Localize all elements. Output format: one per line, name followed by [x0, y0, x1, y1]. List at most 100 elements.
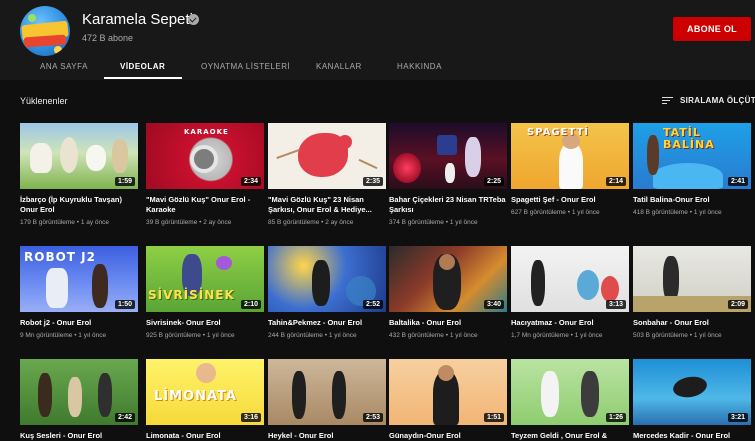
video-thumbnail[interactable]: 2:52 [268, 246, 386, 312]
video-title[interactable]: Tahin&Pekmez - Onur Erol [268, 318, 386, 328]
video-duration: 1:51 [483, 413, 504, 422]
video-duration: 1:26 [605, 413, 626, 422]
video-title[interactable]: Heykel - Onur Erol [268, 431, 386, 441]
video-thumbnail[interactable]: 1:59 [20, 123, 138, 189]
video-title[interactable]: Sonbahar - Onur Erol [633, 318, 751, 328]
video-duration: 2:41 [727, 177, 748, 186]
video-card[interactable]: 2:25 Bahar Çiçekleri 23 Nisan TRTeba Şar… [389, 123, 507, 226]
video-title[interactable]: "Mavi Gözlü Kuş" Onur Erol - Karaoke [146, 195, 264, 215]
video-card[interactable]: TATİL BALİNA 2:41 Tatil Balina-Onur Erol… [633, 123, 751, 216]
tab-home[interactable]: ANA SAYFA [40, 62, 88, 71]
video-card[interactable]: LİMONATA 3:16 Limonata - Onur Erol [146, 359, 264, 441]
section-title: Yüklenenler [20, 96, 68, 106]
thumbnail-text: TATİL BALİNA [663, 126, 715, 151]
video-duration: 1:59 [114, 177, 135, 186]
video-card[interactable]: ROBOT J2 1:50 Robot j2 - Onur Erol 9 Mn … [20, 246, 138, 339]
subscriber-count: 472 B abone [82, 33, 134, 43]
video-title[interactable]: Mercedes Kadir - Onur Erol [633, 431, 751, 441]
video-duration: 3:40 [483, 300, 504, 309]
video-title[interactable]: Spagetti Şef - Onur Erol [511, 195, 629, 205]
video-title[interactable]: Tatil Balina-Onur Erol [633, 195, 751, 205]
channel-header: Karamela Sepeti 472 B abone ABONE OL ANA… [0, 0, 755, 80]
video-meta: 85 B görüntüleme • 2 ay önce [268, 218, 354, 226]
subscribe-button[interactable]: ABONE OL [673, 17, 751, 41]
video-meta: 1,7 Mn görüntüleme • 1 yıl önce [511, 331, 603, 339]
video-meta: 432 B görüntüleme • 1 yıl önce [389, 331, 478, 339]
verified-icon [188, 14, 199, 25]
video-card[interactable]: 3:40 Baltalika - Onur Erol 432 B görüntü… [389, 246, 507, 339]
video-thumbnail[interactable]: KARAOKE 2:34 [146, 123, 264, 189]
videos-section: Yüklenenler SIRALAMA ÖLÇÜTÜ 1:59 İzbarço… [0, 80, 755, 441]
video-title[interactable]: Hacıyatmaz - Onur Erol [511, 318, 629, 328]
video-duration: 2:34 [240, 177, 261, 186]
tab-about[interactable]: HAKKINDA [397, 62, 442, 71]
sort-label: SIRALAMA ÖLÇÜTÜ [680, 96, 755, 105]
video-thumbnail[interactable]: 3:21 [633, 359, 751, 425]
channel-avatar[interactable] [20, 6, 70, 56]
video-thumbnail[interactable]: 2:53 [268, 359, 386, 425]
video-duration: 3:16 [240, 413, 261, 422]
video-title[interactable]: Teyzem Geldi , Onur Erol & [511, 431, 629, 441]
video-thumbnail[interactable]: 3:13 [511, 246, 629, 312]
channel-tabs: ANA SAYFA VİDEOLAR OYNATMA LİSTELERİ KAN… [0, 56, 755, 80]
video-thumbnail[interactable]: 3:40 [389, 246, 507, 312]
video-title[interactable]: "Mavi Gözlü Kuş" 23 Nisan Şarkısı, Onur … [268, 195, 386, 215]
thumbnail-text: SİVRİSİNEK [148, 288, 235, 302]
video-thumbnail[interactable]: TATİL BALİNA 2:41 [633, 123, 751, 189]
video-meta: 39 B görüntüleme • 2 ay önce [146, 218, 232, 226]
video-thumbnail[interactable]: 2:25 [389, 123, 507, 189]
video-duration: 2:53 [362, 413, 383, 422]
video-title[interactable]: Bahar Çiçekleri 23 Nisan TRTeba Şarkısı [389, 195, 507, 215]
video-meta: 374 B görüntüleme • 1 yıl önce [389, 218, 478, 226]
video-card[interactable]: 1:59 İzbarço (İp Kuyruklu Tavşan) Onur E… [20, 123, 138, 226]
video-title[interactable]: Günaydın-Onur Erol [389, 431, 507, 441]
video-thumbnail[interactable]: SPAGETTİ 2:14 [511, 123, 629, 189]
video-thumbnail[interactable]: LİMONATA 3:16 [146, 359, 264, 425]
active-tab-indicator [104, 77, 182, 79]
video-title[interactable]: Baltalika - Onur Erol [389, 318, 507, 328]
video-card[interactable]: 2:53 Heykel - Onur Erol [268, 359, 386, 441]
video-meta: 179 B görüntüleme • 1 ay önce [20, 218, 110, 226]
video-card[interactable]: 1:51 Günaydın-Onur Erol [389, 359, 507, 441]
video-card[interactable]: 2:35 "Mavi Gözlü Kuş" 23 Nisan Şarkısı, … [268, 123, 386, 226]
video-card[interactable]: 3:21 Mercedes Kadir - Onur Erol [633, 359, 751, 441]
video-card[interactable]: KARAOKE 2:34 "Mavi Gözlü Kuş" Onur Erol … [146, 123, 264, 226]
tab-videos[interactable]: VİDEOLAR [120, 62, 165, 71]
video-title[interactable]: Kuş Sesleri - Onur Erol [20, 431, 138, 441]
video-card[interactable]: 3:13 Hacıyatmaz - Onur Erol 1,7 Mn görün… [511, 246, 629, 339]
video-duration: 2:52 [362, 300, 383, 309]
video-duration: 2:10 [240, 300, 261, 309]
tab-channels[interactable]: KANALLAR [316, 62, 362, 71]
video-thumbnail[interactable]: 2:35 [268, 123, 386, 189]
video-duration: 2:14 [605, 177, 626, 186]
video-card[interactable]: 1:26 Teyzem Geldi , Onur Erol & [511, 359, 629, 441]
video-title[interactable]: Limonata - Onur Erol [146, 431, 264, 441]
video-card[interactable]: SPAGETTİ 2:14 Spagetti Şef - Onur Erol 6… [511, 123, 629, 216]
video-card[interactable]: 2:09 Sonbahar - Onur Erol 503 B görüntül… [633, 246, 751, 339]
sort-icon [662, 97, 673, 105]
video-thumbnail[interactable]: 2:42 [20, 359, 138, 425]
video-duration: 3:13 [605, 300, 626, 309]
video-duration: 2:42 [114, 413, 135, 422]
video-thumbnail[interactable]: 1:26 [511, 359, 629, 425]
video-duration: 2:35 [362, 177, 383, 186]
thumbnail-text: KARAOKE [184, 128, 229, 136]
video-meta: 244 B görüntüleme • 1 yıl önce [268, 331, 357, 339]
video-thumbnail[interactable]: SİVRİSİNEK 2:10 [146, 246, 264, 312]
video-title[interactable]: İzbarço (İp Kuyruklu Tavşan) Onur Erol [20, 195, 138, 215]
video-duration: 3:21 [727, 413, 748, 422]
thumbnail-text: SPAGETTİ [527, 127, 589, 138]
video-card[interactable]: 2:52 Tahin&Pekmez - Onur Erol 244 B görü… [268, 246, 386, 339]
video-thumbnail[interactable]: 1:51 [389, 359, 507, 425]
video-duration: 2:09 [727, 300, 748, 309]
channel-name[interactable]: Karamela Sepeti [82, 11, 193, 28]
video-meta: 925 B görüntüleme • 1 yıl önce [146, 331, 235, 339]
video-thumbnail[interactable]: ROBOT J2 1:50 [20, 246, 138, 312]
thumbnail-text: ROBOT J2 [24, 250, 96, 264]
tab-playlists[interactable]: OYNATMA LİSTELERİ [201, 62, 290, 71]
video-card[interactable]: SİVRİSİNEK 2:10 Sivrisinek- Onur Erol 92… [146, 246, 264, 339]
video-title[interactable]: Sivrisinek- Onur Erol [146, 318, 264, 328]
video-thumbnail[interactable]: 2:09 [633, 246, 751, 312]
video-title[interactable]: Robot j2 - Onur Erol [20, 318, 138, 328]
video-card[interactable]: 2:42 Kuş Sesleri - Onur Erol [20, 359, 138, 441]
